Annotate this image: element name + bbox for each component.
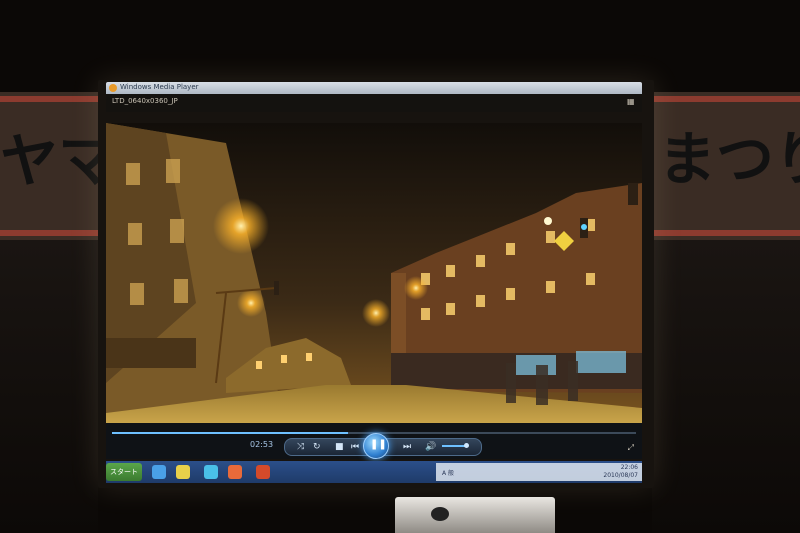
elapsed-time: 02:53 (250, 440, 274, 449)
start-button[interactable]: スタート (106, 463, 142, 481)
projector-lens (431, 507, 449, 521)
browser-icon[interactable] (152, 465, 166, 479)
media-player-taskbar-icon[interactable] (228, 465, 242, 479)
festival-banner-right: まつり (652, 92, 800, 240)
taskbar-clock[interactable]: 22:06 2010/08/07 (603, 464, 638, 480)
shuffle-icon[interactable]: ⤨ (297, 441, 304, 453)
app-icon[interactable] (204, 465, 218, 479)
stop-icon[interactable]: ■ (335, 441, 344, 453)
stage-curtain-right (652, 240, 800, 533)
banner-left-text: ヤマ (0, 127, 98, 195)
windows-taskbar: スタート A 般 22:06 2010/08/07 (106, 461, 642, 483)
video-frame[interactable] (106, 123, 642, 423)
clock-time: 22:06 (620, 464, 638, 471)
folder-icon[interactable] (176, 465, 190, 479)
night-street-scene (106, 123, 642, 423)
speaker-icon[interactable]: 🔊 (425, 441, 436, 453)
window-title: Windows Media Player (120, 83, 199, 91)
repeat-icon[interactable]: ↻ (313, 441, 321, 453)
play-pause-button[interactable]: ❚❚ (363, 433, 389, 459)
projector (395, 497, 555, 533)
pause-icon: ❚❚ (370, 439, 387, 450)
ime-indicator[interactable]: A 般 (442, 468, 454, 477)
switch-layout-icon[interactable]: ▦ (627, 97, 636, 106)
wmp-logo-icon (109, 84, 117, 92)
projection-screen: Windows Media Player LTD_0640x0360_JP ▦ (98, 80, 654, 488)
wmp-title-bar[interactable]: Windows Media Player (106, 82, 642, 94)
previous-icon[interactable]: ⏮ (351, 441, 359, 453)
seek-bar-progress (112, 432, 348, 434)
wmp-toolbar: LTD_0640x0360_JP ▦ (106, 94, 642, 112)
festival-banner-left: ヤマ (0, 92, 98, 240)
now-playing-file: LTD_0640x0360_JP (112, 97, 178, 105)
stage-curtain-left (0, 240, 98, 533)
powerpoint-icon[interactable] (256, 465, 270, 479)
volume-knob[interactable] (464, 443, 470, 448)
clock-date: 2010/08/07 (603, 472, 638, 479)
system-tray: A 般 22:06 2010/08/07 (436, 463, 642, 481)
banner-right-text: まつり (658, 125, 800, 193)
fullscreen-icon[interactable]: ⤢ (628, 443, 634, 453)
playback-controls: 02:53 ⤨ ↻ ■ ⏮ ⏭ 🔊 ❚❚ ⤢ (106, 423, 642, 459)
next-icon[interactable]: ⏭ (403, 441, 411, 453)
